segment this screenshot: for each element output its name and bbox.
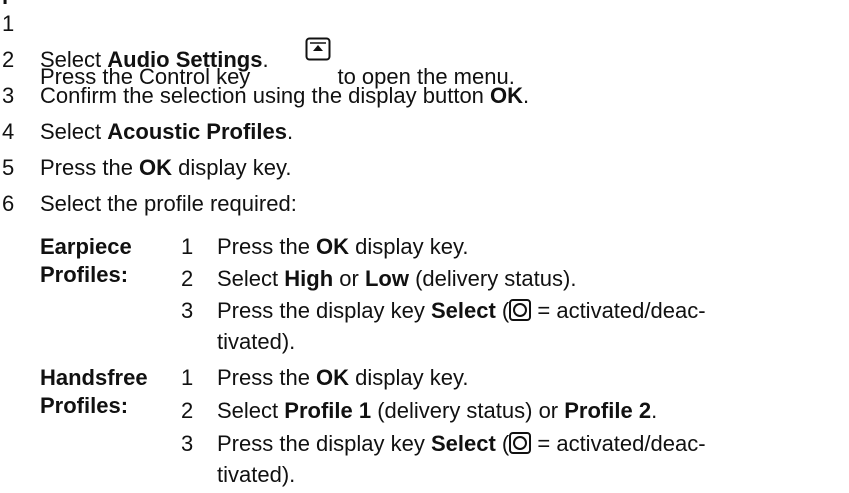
text-part: Press the display key (217, 431, 431, 456)
sub-step-number: 3 (181, 431, 194, 456)
step-number: 1 (2, 11, 15, 36)
text-part: Press the display key (217, 298, 431, 323)
step-text: Select the profile required: (40, 191, 297, 216)
step-text: Confirm the selection using the display … (40, 83, 529, 109)
text-bold: OK (316, 234, 350, 259)
step-text-part: . (523, 83, 530, 108)
sub-step-text: Press the OK display key. (217, 233, 468, 261)
sub-step-number: 1 (181, 234, 194, 259)
sub-step-text: Select High or Low (delivery status). (217, 265, 576, 293)
sub-step-text: Press the display key Select ( = activat… (217, 430, 706, 489)
step-text-part: . (262, 47, 269, 72)
text-bold: Low (364, 266, 409, 291)
step-number: 5 (2, 155, 15, 180)
text-part: Press the (217, 365, 317, 390)
text-part: = activated/deac- (531, 298, 706, 323)
text-bold: Profile 2 (564, 398, 652, 423)
text-bold: OK (316, 365, 350, 390)
text-part: display key. (349, 365, 469, 390)
text-part: or (333, 266, 365, 291)
circle-select-icon (509, 432, 532, 461)
text-part: (delivery status) or (371, 398, 565, 423)
step-text-bold: OK (490, 83, 524, 108)
step-text-part: Select (40, 47, 108, 72)
text-part: display key. (349, 234, 469, 259)
handsfree-profiles-label: Handsfree Profiles: (40, 364, 148, 420)
step-number: 4 (2, 119, 15, 144)
text-part: = activated/deac- (531, 431, 706, 456)
sub-step-text: Select Profile 1 (delivery status) or Pr… (217, 397, 657, 425)
text-bold: High (284, 266, 334, 291)
cut-off-glyph: p (2, 0, 24, 4)
step-text-part: Press the (40, 155, 140, 180)
step-text-bold: Audio Settings (107, 47, 263, 72)
text-part: tivated). (217, 329, 296, 354)
label-line: Profiles: (40, 262, 129, 287)
step-text: Select Acoustic Profiles. (40, 119, 293, 145)
step-text-bold: OK (139, 155, 173, 180)
text-bold: Profile 1 (284, 398, 372, 423)
sub-step-number: 1 (181, 365, 194, 390)
sub-step-text: Press the display key Select ( = activat… (217, 297, 706, 356)
text-part: tivated). (217, 462, 296, 487)
text-part: Select (217, 266, 285, 291)
step-text: Select Audio Settings. (40, 47, 269, 73)
text-bold: Select (430, 298, 496, 323)
document-page: p 1 Press the Control key to open the me… (0, 0, 849, 493)
step-text-bold: Acoustic Profiles (107, 119, 287, 144)
step-number: 6 (2, 191, 15, 216)
step-text: Press the OK display key. (40, 155, 291, 181)
text-part: Press the (217, 234, 317, 259)
text-part: ( (495, 431, 510, 456)
text-part: (delivery status). (408, 266, 577, 291)
label-line: Handsfree (40, 365, 148, 390)
text-bold: Select (430, 431, 496, 456)
text-part: Select (217, 398, 285, 423)
circle-select-icon (509, 299, 532, 328)
sub-step-text: Press the OK display key. (217, 364, 468, 392)
step-text-part: Select (40, 119, 108, 144)
text-part: ( (495, 298, 510, 323)
sub-step-number: 2 (181, 266, 194, 291)
step-number: 3 (2, 83, 15, 108)
sub-step-number: 3 (181, 298, 194, 323)
label-line: Profiles: (40, 393, 129, 418)
step-number: 2 (2, 47, 15, 72)
cut-off-text: p (2, 0, 24, 4)
sub-step-number: 2 (181, 398, 194, 423)
step-text-part: Confirm the selection using the display … (40, 83, 491, 108)
earpiece-profiles-label: Earpiece Profiles: (40, 233, 132, 289)
step-text-part: display key. (172, 155, 292, 180)
label-line: Earpiece (40, 234, 132, 259)
step-text-part: . (286, 119, 294, 144)
text-part: . (651, 398, 658, 423)
